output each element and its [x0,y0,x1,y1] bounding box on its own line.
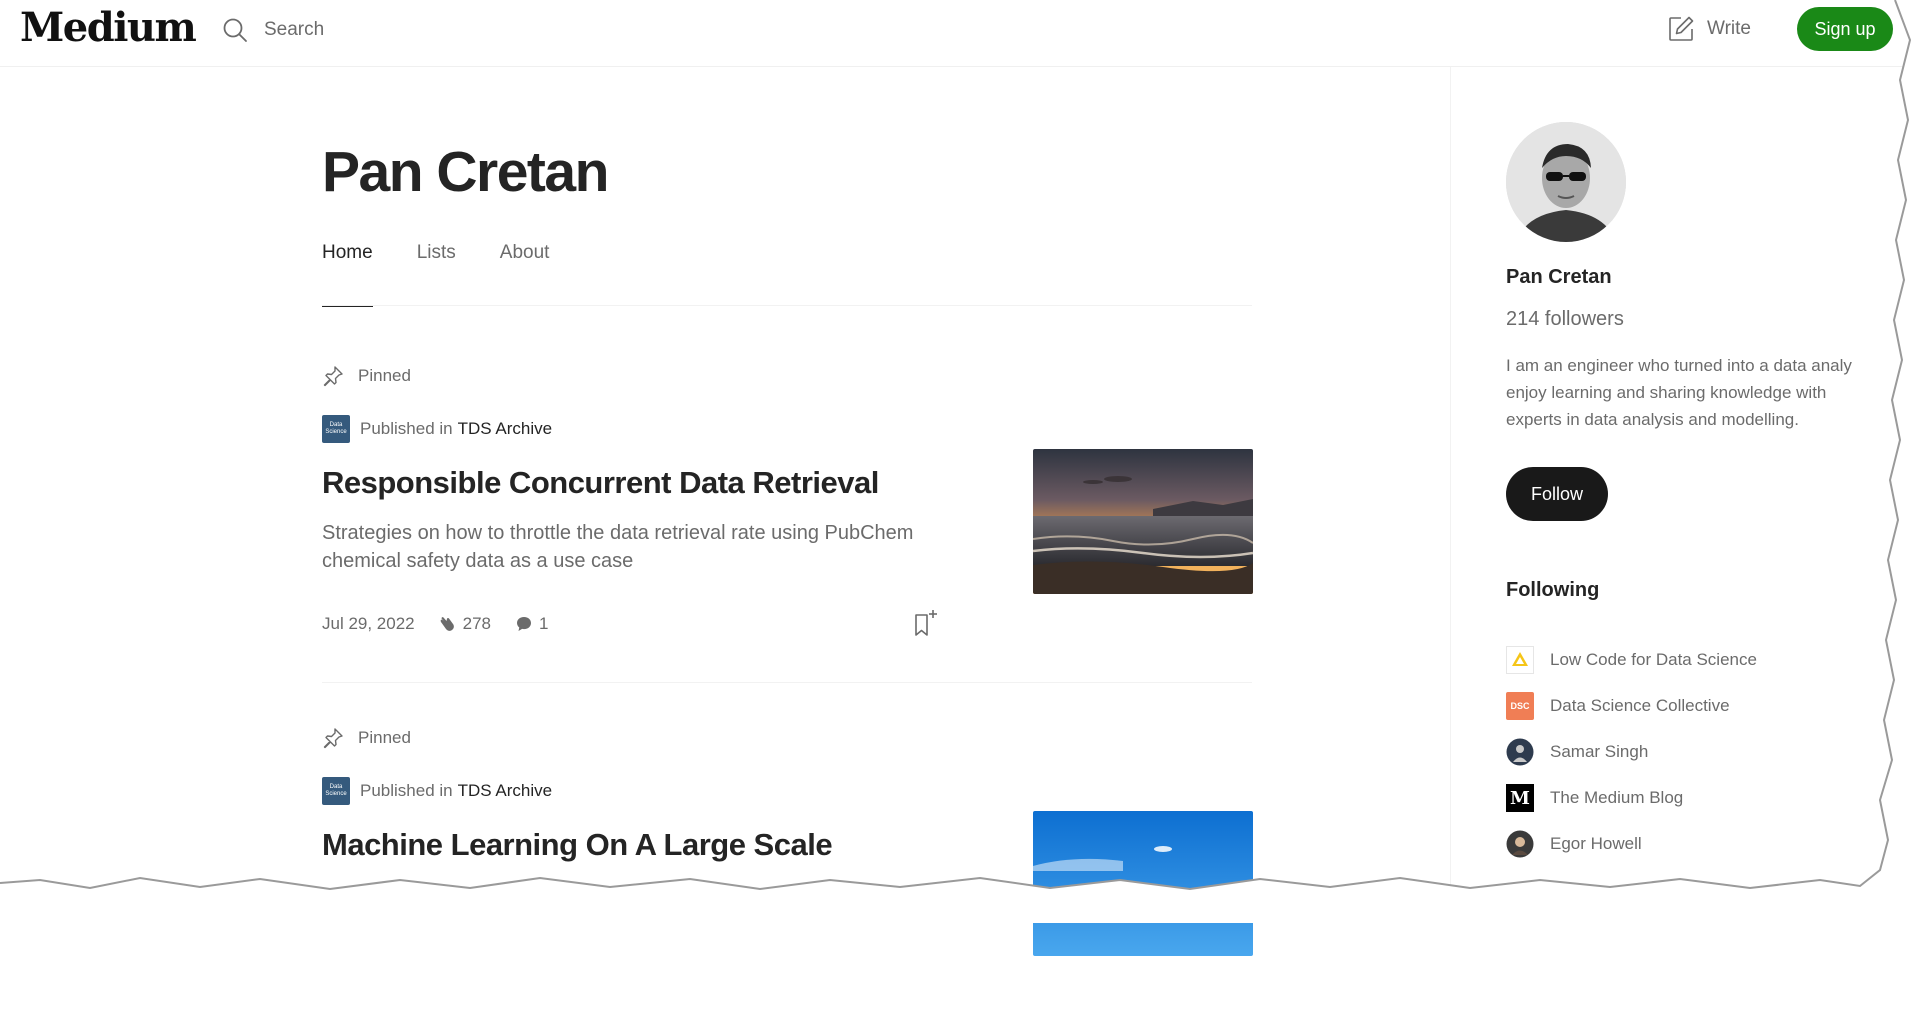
profile-sidebar: Pan Cretan 214 followers I am an enginee… [1450,67,1919,923]
pinned-indicator: Pinned [322,363,1252,389]
tab-lists[interactable]: Lists [417,242,456,306]
low-code-icon [1506,646,1534,674]
publication-line: Data Science Published in TDS Archive [322,777,1252,805]
dsc-icon: DSC [1506,692,1534,720]
following-name: Data Science Collective [1550,696,1730,715]
bookmark-add-icon[interactable] [912,609,940,639]
post-card[interactable]: Pinned Data Science Published in TDS Arc… [322,725,1253,1025]
bio-line: I am an engineer who turned into a data … [1506,356,1852,375]
clap-icon [440,617,454,631]
follow-button[interactable]: Follow [1506,467,1608,521]
medium-blog-icon: M [1506,784,1534,812]
tab-home[interactable]: Home [322,242,373,307]
following-name: The Medium Blog [1550,788,1684,807]
published-in-label: Published in [360,781,453,800]
publication-logo[interactable]: Data Science [322,777,350,805]
bio-line: enjoy learning and sharing knowledge wit… [1506,383,1827,402]
response-number: 1 [539,614,549,633]
pin-icon [323,728,343,749]
write-label: Write [1707,18,1751,39]
profile-tabs: Home Lists About [322,242,1252,307]
egor-avatar [1506,830,1534,858]
pinned-label: Pinned [358,366,411,385]
following-item[interactable]: Samar Singh [1506,729,1906,775]
publication-logo[interactable]: Data Science [322,415,350,443]
comment-icon [517,617,532,631]
post-thumbnail-sunset[interactable] [1033,449,1253,594]
following-name: Egor Howell [1550,834,1642,853]
profile-avatar[interactable] [1506,122,1626,242]
post-thumbnail-blue-sky[interactable] [1033,811,1253,956]
medium-logo[interactable]: Medium [20,4,197,51]
publication-name[interactable]: TDS Archive [458,419,552,439]
pinned-indicator: Pinned [322,725,1252,751]
following-name: Low Code for Data Science [1550,650,1757,669]
page-title: Pan Cretan [322,140,609,204]
post-meta: Jul 29, 2022 278 1 [322,609,942,639]
search-icon [223,18,247,42]
pinned-label: Pinned [358,728,411,747]
samar-avatar [1506,738,1534,766]
published-in-label: Published in [360,419,453,438]
follower-count[interactable]: 214 followers [1506,308,1624,331]
response-count[interactable]: 1 [515,614,548,634]
dsc-icon-text: DSC [1510,701,1530,711]
sidebar-author-name[interactable]: Pan Cretan [1506,266,1612,289]
bio-line: experts in data analysis and modelling. [1506,410,1799,429]
tab-about[interactable]: About [500,242,550,306]
search-input[interactable]: Search [264,19,324,41]
author-bio: I am an engineer who turned into a data … [1506,352,1906,433]
top-nav-bar: Medium Search Write Sign up [0,0,1919,67]
following-item[interactable]: Low Code for Data Science [1506,637,1906,683]
following-name: Samar Singh [1550,742,1649,761]
clap-count[interactable]: 278 [437,614,491,634]
following-item[interactable]: M The Medium Blog [1506,775,1906,821]
post-title[interactable]: Responsible Concurrent Data Retrieval [322,465,1002,501]
following-heading: Following [1506,579,1600,601]
write-icon [1669,16,1694,41]
following-item[interactable]: DSC Data Science Collective [1506,683,1906,729]
publication-line: Data Science Published in TDS Archive [322,415,1252,443]
medium-blog-icon-text: M [1510,787,1530,809]
see-all-link[interactable]: See all (50) [1506,883,1593,903]
pin-icon [323,366,343,387]
write-button[interactable]: Write [1667,12,1751,46]
post-title[interactable]: Machine Learning On A Large Scale [322,827,1002,863]
post-card[interactable]: Pinned Data Science Published in TDS Arc… [322,363,1253,683]
sign-up-button[interactable]: Sign up [1797,7,1893,51]
search-box[interactable]: Search [222,11,482,49]
following-item[interactable]: Egor Howell [1506,821,1906,867]
clap-number: 278 [462,614,492,633]
post-date: Jul 29, 2022 [322,614,415,633]
post-subtitle[interactable]: Strategies on how to throttle the data r… [322,519,922,575]
following-list: Low Code for Data Science DSC Data Scien… [1506,637,1906,867]
publication-name[interactable]: TDS Archive [458,781,552,801]
